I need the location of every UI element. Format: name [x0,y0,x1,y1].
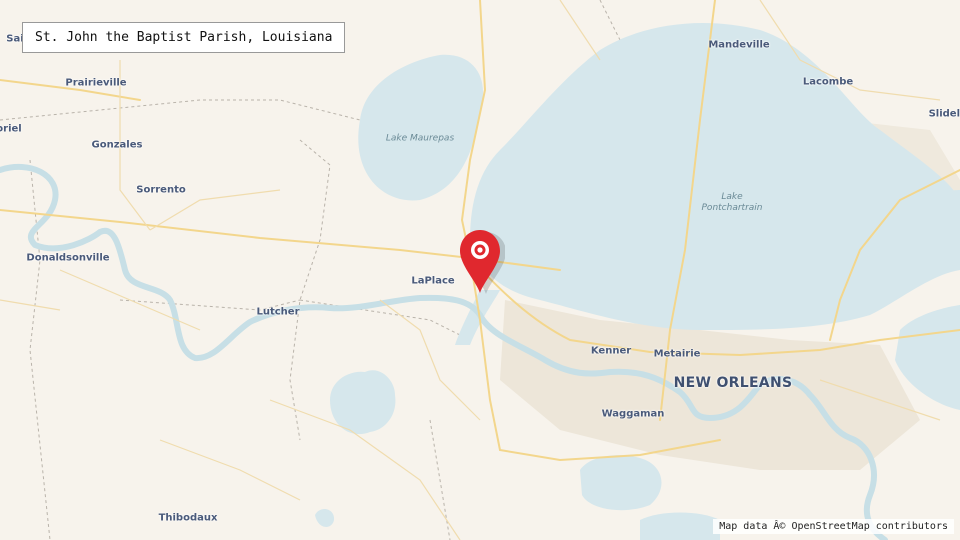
place-label-waggaman: Waggaman [601,408,665,420]
map-view[interactable]: Lake Maurepas Lake Pontchartrain Mandevi… [0,0,960,540]
map-attribution[interactable]: Map data Â© OpenStreetMap contributors [713,519,954,534]
water-label-line-2: Pontchartrain [701,203,763,213]
place-label-thibodaux: Thibodaux [158,512,218,524]
water-label-line-1: Lake [721,192,743,202]
place-label-oriel: oriel [0,123,22,135]
map-title: St. John the Baptist Parish, Louisiana [22,22,346,53]
place-label-lacombe: Lacombe [802,76,854,88]
water-label-lake-pontchartrain: Lake Pontchartrain [702,192,763,214]
place-label-metairie: Metairie [653,348,701,360]
place-label-prairieville: Prairieville [65,77,127,89]
place-label-new-orleans: NEW ORLEANS [673,375,793,391]
place-label-mandeville: Mandeville [708,39,770,51]
water-label-lake-maurepas: Lake Maurepas [385,133,455,144]
place-label-donaldsonville: Donaldsonville [26,252,110,264]
map-pin-icon[interactable] [457,229,505,295]
place-label-kenner: Kenner [590,345,632,357]
place-label-slidell: Slidell [928,108,960,120]
place-label-lutcher: Lutcher [256,306,300,318]
place-label-laplace: LaPlace [411,275,455,287]
place-label-gonzales: Gonzales [91,139,143,151]
place-label-sorrento: Sorrento [136,184,186,196]
